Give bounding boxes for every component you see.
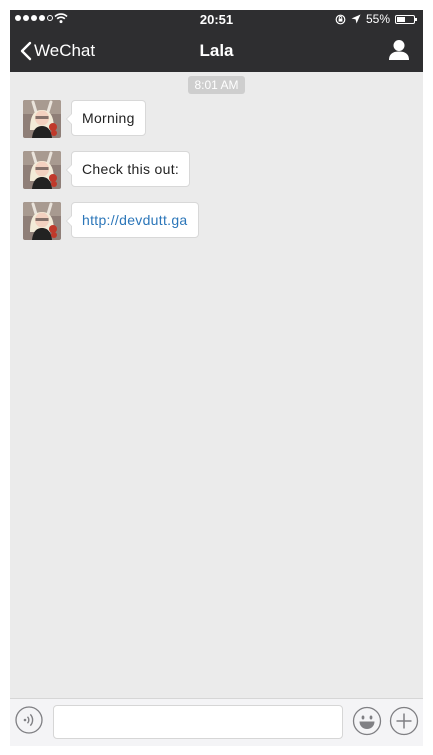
status-bar: 20:51 55% xyxy=(10,10,423,30)
emoji-icon xyxy=(352,706,382,736)
wechat-screen: 20:51 55% WeChat Lala 8:01 AM Morning Ch… xyxy=(10,10,423,746)
message-text: Morning xyxy=(82,110,135,126)
message-row: Morning xyxy=(23,100,146,138)
battery-icon xyxy=(395,14,417,24)
plus-icon xyxy=(389,706,419,736)
plus-button[interactable] xyxy=(389,706,419,736)
voice-icon xyxy=(15,706,43,734)
message-bubble[interactable]: http://devdutt.ga xyxy=(66,202,199,238)
message-input[interactable] xyxy=(53,705,343,739)
message-row: Check this out: xyxy=(23,151,191,189)
voice-button[interactable] xyxy=(15,706,43,734)
avatar[interactable] xyxy=(23,202,61,240)
profile-button[interactable] xyxy=(387,38,411,62)
message-link[interactable]: http://devdutt.ga xyxy=(82,212,188,228)
message-bubble[interactable]: Morning xyxy=(66,100,146,136)
emoji-button[interactable] xyxy=(352,706,382,736)
input-bar xyxy=(10,698,423,746)
message-timestamp: 8:01 AM xyxy=(188,76,245,94)
message-row: http://devdutt.ga xyxy=(23,202,199,240)
avatar[interactable] xyxy=(23,151,61,189)
message-bubble[interactable]: Check this out: xyxy=(65,151,191,187)
chat-area[interactable]: 8:01 AM Morning Check this out: http://d… xyxy=(10,72,423,698)
chat-title: Lala xyxy=(199,41,234,60)
message-text: Check this out: xyxy=(82,161,180,177)
avatar[interactable] xyxy=(23,100,61,138)
person-icon xyxy=(389,40,409,60)
location-arrow-icon xyxy=(351,14,361,24)
status-indicators: 55% xyxy=(335,12,417,26)
battery-percent: 55% xyxy=(365,12,390,26)
rotation-lock-icon xyxy=(335,14,346,24)
nav-bar: WeChat Lala xyxy=(10,30,423,72)
